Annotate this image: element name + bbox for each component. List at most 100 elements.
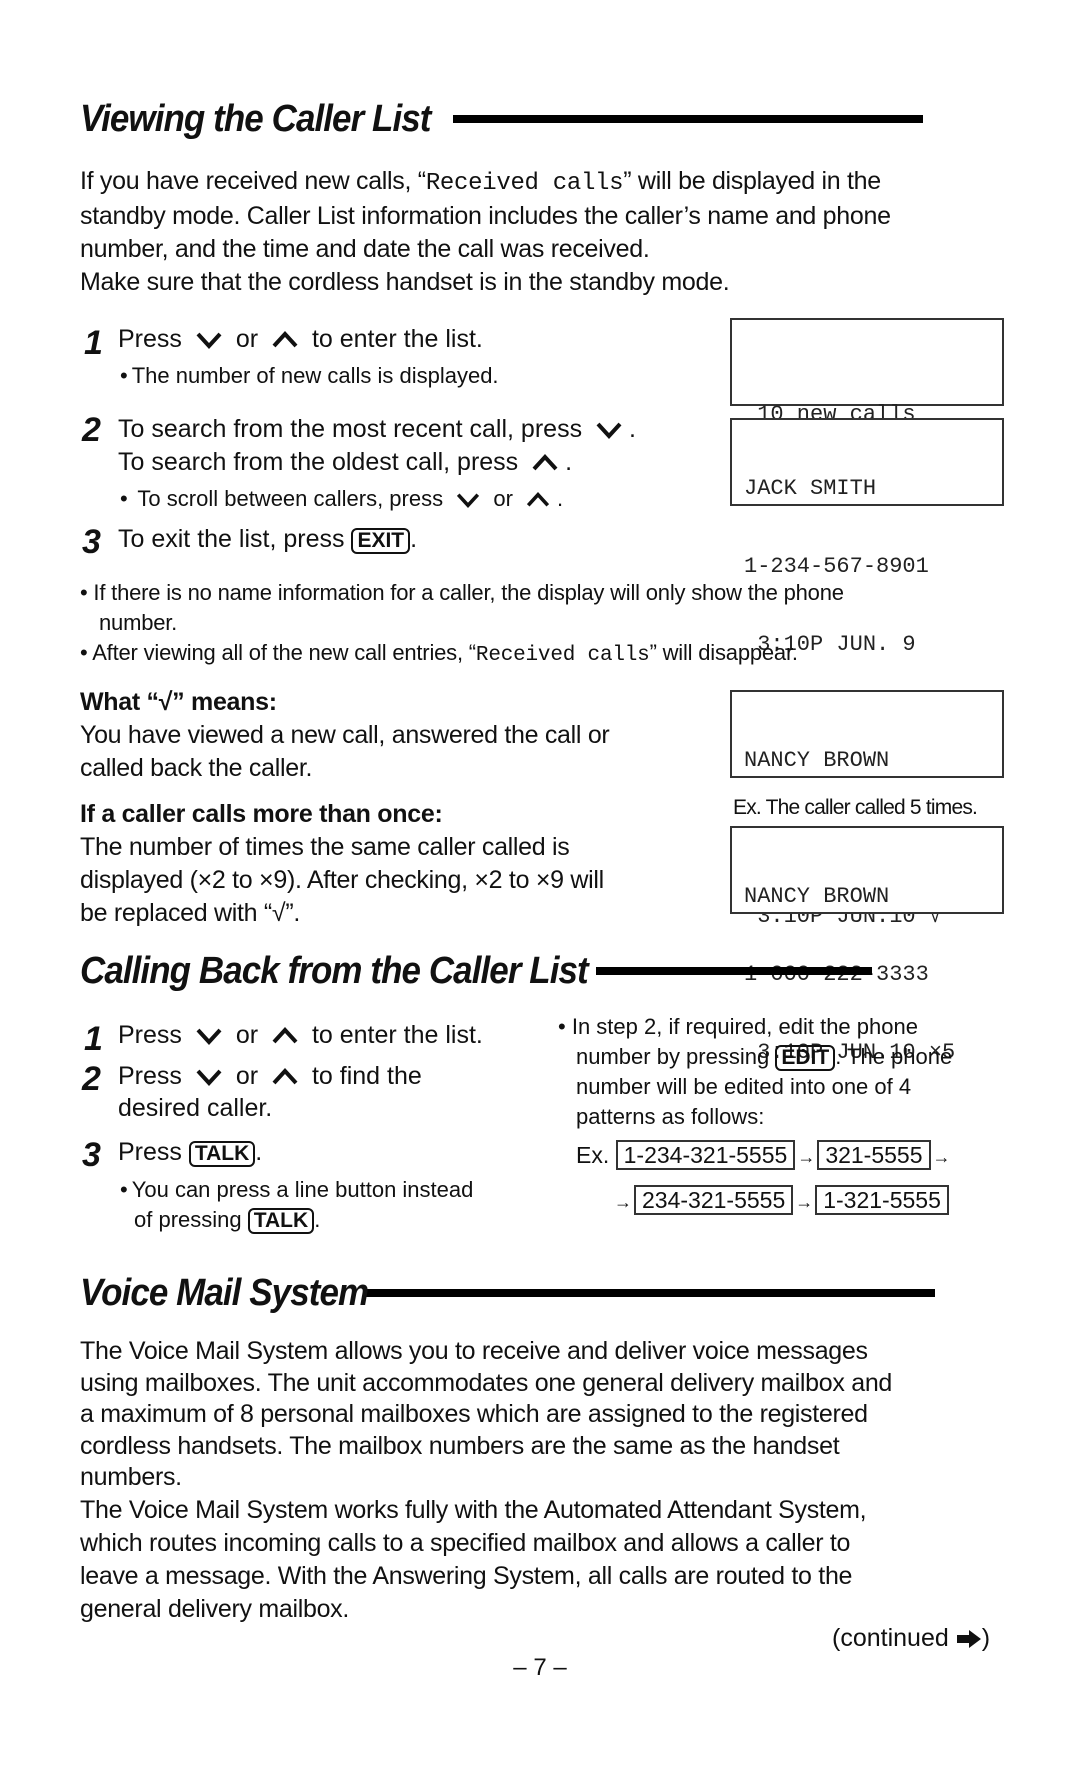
voice-mail-paragraph-1: The Voice Mail System allows you to rece… [80, 1336, 1030, 1494]
paragraph-line: using mailboxes. The unit accommodates o… [80, 1368, 893, 1397]
step-text: to enter the list. [311, 325, 483, 353]
step-text: or [235, 1062, 259, 1090]
bullet-text: To scroll between callers, press [137, 486, 444, 511]
step-number: 1 [84, 324, 103, 362]
up-arrow-icon [526, 492, 550, 507]
intro-text: If you have received new calls, “ [80, 167, 426, 195]
note-line: number will be edited into one of 4 [576, 1074, 912, 1099]
section-heading-voice-mail: Voice Mail System [80, 1272, 936, 1314]
note-text: If there is no name information for a ca… [93, 580, 844, 605]
down-arrow-icon [596, 423, 622, 440]
step-number: 2 [82, 411, 101, 449]
example-label: Ex. [576, 1142, 610, 1168]
up-arrow-icon [272, 1027, 298, 1044]
pattern-row-1: Ex. 1-234-321-5555 → 321-5555 → [576, 1140, 953, 1170]
section-heading-viewing-caller-list: Viewing the Caller List [80, 100, 924, 138]
heading-rule [595, 967, 872, 975]
check-heading: What “√” means: [80, 688, 277, 716]
pattern-box: 234-321-5555 [634, 1185, 794, 1215]
multi-heading: If a caller calls more than once: [80, 800, 443, 828]
bullet-text: . [314, 1207, 321, 1232]
right-arrow-icon: → [614, 1192, 632, 1212]
multi-text: displayed (×2 to ×9). After checking, ×2… [80, 866, 604, 894]
pattern-row-2: → 234-321-5555 → 1-321-5555 [612, 1185, 949, 1215]
right-arrow-icon: → [795, 1192, 814, 1212]
note-text: number. [99, 610, 178, 635]
talk-key: TALK [247, 1208, 315, 1234]
heading-rule [453, 115, 924, 123]
note-line: patterns as follows: [576, 1104, 765, 1129]
step-text: . [255, 1138, 263, 1166]
lcd-display-nancy-brown-checked: NANCY BROWN 1-000-222-3333 3:10P JUN.10 … [730, 690, 1004, 929]
step-1-text: Press or to enter the list. [118, 324, 483, 354]
received-calls-text: Received calls [475, 644, 650, 667]
bullet-text: of pressing [134, 1207, 242, 1232]
step-number: 2 [82, 1060, 101, 1098]
intro-paragraph: If you have received new calls, “Receive… [80, 165, 1020, 299]
step-number: 3 [82, 523, 101, 561]
step-text: . [629, 415, 636, 443]
note-text: . The phone [835, 1044, 953, 1069]
callback-step-3-bullet: You can press a line button instead [120, 1176, 474, 1204]
step-text: Press [118, 325, 182, 353]
step-2-bullet: To scroll between callers, press or . [120, 485, 563, 513]
step-1-bullet: The number of new calls is displayed. [120, 362, 499, 390]
lcd-line: 1-234-567-8901 [744, 554, 929, 579]
right-arrow-icon: → [797, 1147, 816, 1167]
paragraph-line: The Voice Mail System works fully with t… [80, 1496, 867, 1524]
intro-text: standby mode. Caller List information in… [80, 202, 891, 230]
section-heading-calling-back: Calling Back from the Caller List [80, 952, 872, 990]
note-item: • If there is no name information for a … [80, 580, 844, 605]
pattern-box: 321-5555 [817, 1140, 931, 1170]
heading-rule [365, 1289, 936, 1297]
step-text: or [235, 1021, 259, 1049]
step-text: Press [118, 1062, 182, 1090]
note-text: In step 2, if required, edit the phone [571, 1014, 918, 1039]
lcd-line: NANCY BROWN [744, 748, 890, 773]
lcd-display-jack-smith: JACK SMITH 1-234-567-8901 3:10P JUN. 9 [730, 418, 1004, 657]
up-arrow-icon [272, 331, 298, 348]
section-title: Voice Mail System [80, 1272, 369, 1314]
step-text: to enter the list. [311, 1021, 483, 1049]
step-number: 3 [82, 1136, 101, 1174]
paragraph-line: which routes incoming calls to a specifi… [80, 1529, 851, 1557]
note-text: After viewing all of the new call entrie… [92, 640, 476, 665]
lcd-display-nancy-brown-x5: NANCY BROWN 1-000-222-3333 3:10P JUN.10 … [730, 826, 1004, 1065]
paragraph-line: a maximum of 8 personal mailboxes which … [80, 1400, 868, 1428]
lcd-line: NANCY BROWN [744, 884, 890, 909]
continued-text: ) [981, 1624, 991, 1652]
step-text: or [235, 325, 259, 353]
step-text: . [565, 448, 573, 476]
step-text: to find the [311, 1062, 422, 1090]
right-arrow-icon [956, 1630, 981, 1648]
note-line: number by pressing EDIT. The phone [558, 1042, 1018, 1072]
step-text: . [410, 525, 418, 553]
up-arrow-icon [272, 1068, 298, 1085]
down-arrow-icon [196, 1029, 222, 1046]
step-2-line-2: To search from the oldest call, press . [118, 447, 572, 477]
step-number: 1 [84, 1020, 103, 1058]
talk-key: TALK [188, 1141, 256, 1167]
paragraph-line: general delivery mailbox. [80, 1595, 350, 1623]
callback-step-1: Press or to enter the list. [118, 1020, 483, 1050]
step-2-line-1: To search from the most recent call, pre… [118, 414, 636, 444]
step-text: Press [118, 1021, 182, 1049]
pattern-box: 1-234-321-5555 [615, 1140, 796, 1170]
lcd-line: JACK SMITH [744, 476, 877, 501]
note-text: ” will disappear. [649, 640, 798, 665]
edit-key: EDIT [775, 1045, 836, 1071]
paragraph-line: The Voice Mail System allows you to rece… [80, 1337, 868, 1365]
received-calls-text: Received calls [425, 170, 624, 197]
check-text: called back the caller. [80, 754, 313, 782]
right-arrow-icon: → [932, 1147, 951, 1167]
paragraph-line: cordless handsets. The mailbox numbers a… [80, 1431, 840, 1460]
section-title: Calling Back from the Caller List [80, 950, 589, 992]
notes-list: • If there is no name information for a … [80, 578, 1020, 671]
example-caption: Ex. The caller called 5 times. [733, 796, 978, 819]
exit-key: EXIT [351, 528, 411, 554]
check-mark-explanation: What “√” means: You have viewed a new ca… [80, 686, 700, 785]
page-number: – 7 – [513, 1654, 567, 1681]
up-arrow-icon [532, 454, 558, 471]
callback-step-3: Press TALK. [118, 1137, 262, 1167]
note-item: • After viewing all of the new call entr… [80, 640, 798, 667]
